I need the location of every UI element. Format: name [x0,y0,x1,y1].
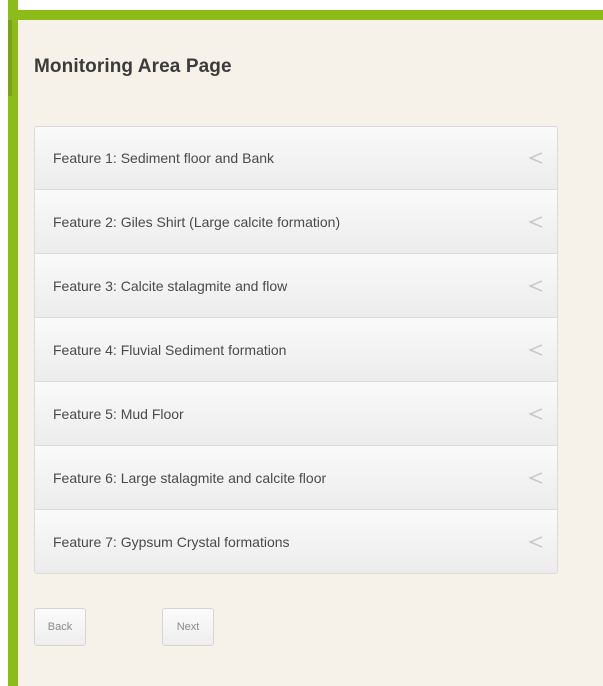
list-item-label: Feature 6: Large stalagmite and calcite … [53,469,327,486]
next-button[interactable]: Next [162,608,214,646]
frame-top-border [8,10,603,20]
chevron-left-icon [529,152,543,164]
chevron-left-icon [529,407,543,420]
chevron-left-icon [529,279,543,292]
list-item-feature-3[interactable]: Feature 3: Calcite stalagmite and flow [34,254,558,318]
feature-list: Feature 1: Sediment floor and Bank Featu… [34,126,558,574]
list-item-label: Feature 4: Fluvial Sediment formation [53,341,287,358]
list-item-label: Feature 5: Mud Floor [53,405,184,422]
frame-notch [8,20,12,96]
list-item-label: Feature 7: Gypsum Crystal formations [53,533,290,550]
back-button[interactable]: Back [34,608,86,646]
chevron-left-icon [529,343,543,356]
list-item-feature-2[interactable]: Feature 2: Giles Shirt (Large calcite fo… [34,190,558,254]
chevron-left-icon [529,471,543,484]
list-item-label: Feature 1: Sediment floor and Bank [53,150,275,166]
chevron-left-icon [529,215,543,228]
list-item-feature-5[interactable]: Feature 5: Mud Floor [34,382,558,446]
chevron-left-icon [529,535,543,548]
page-title: Monitoring Area Page [34,56,232,77]
page: Monitoring Area Page Feature 1: Sediment… [0,0,603,686]
list-item-label: Feature 2: Giles Shirt (Large calcite fo… [53,213,341,230]
list-item-feature-4[interactable]: Feature 4: Fluvial Sediment formation [34,318,558,382]
list-item-feature-6[interactable]: Feature 6: Large stalagmite and calcite … [34,446,558,510]
list-item-feature-1[interactable]: Feature 1: Sediment floor and Bank [34,126,558,190]
frame-left-border [8,0,18,686]
list-item-label: Feature 3: Calcite stalagmite and flow [53,277,288,294]
list-item-feature-7[interactable]: Feature 7: Gypsum Crystal formations [34,510,558,574]
